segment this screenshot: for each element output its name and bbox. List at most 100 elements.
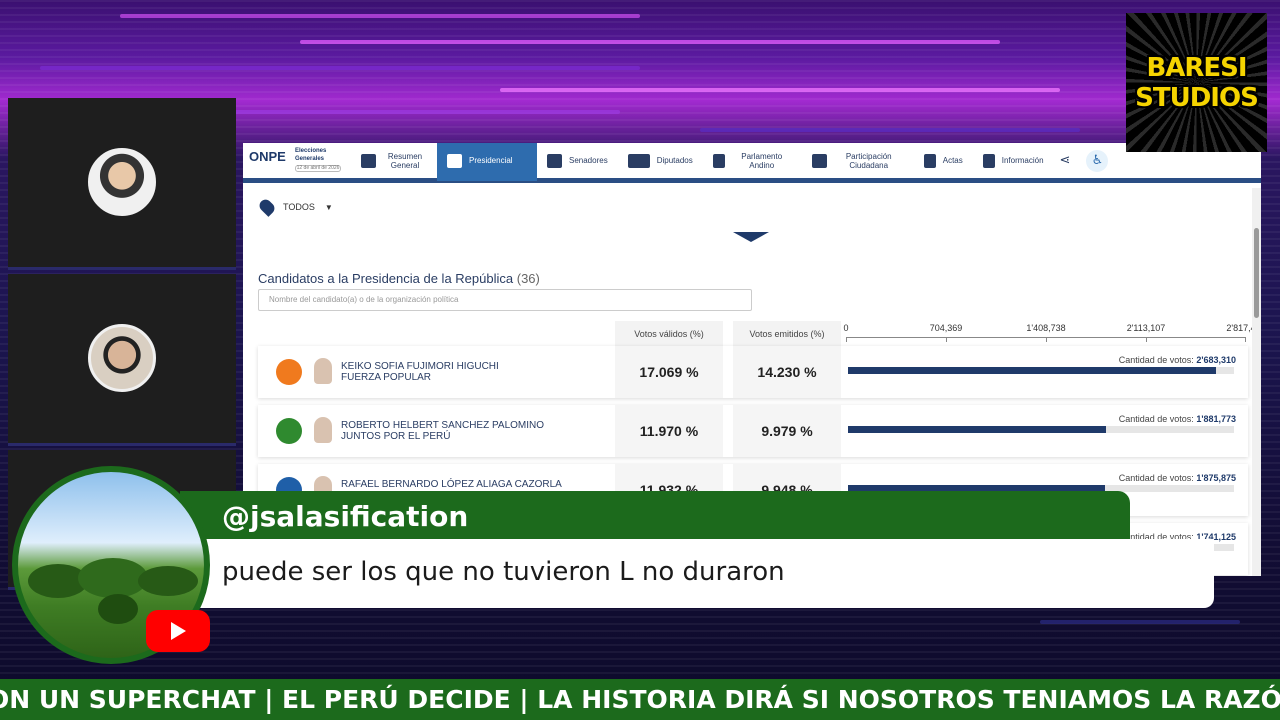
party-logo-icon	[276, 359, 302, 385]
onpe-logo[interactable]: ONPE Elecciones Generales 12 de abril de…	[243, 143, 351, 181]
map-icon	[712, 153, 725, 168]
users-icon	[811, 153, 827, 168]
nav-label: Parlamento Andino	[741, 151, 783, 170]
axis-tick-label: 2'113,107	[1126, 323, 1166, 333]
candidate-name-block: ROBERTO HELBERT SANCHEZ PALOMINO JUNTOS P…	[341, 420, 544, 442]
candidate-photo	[314, 417, 332, 443]
axis-tick-label: 704,369	[929, 323, 963, 333]
col-header-valid: Votos válidos (%)	[615, 321, 723, 347]
votes-bar-track	[848, 426, 1234, 433]
nav-diputados[interactable]: Diputados	[618, 143, 703, 181]
tree-shape	[98, 594, 138, 624]
nav-informacion[interactable]: Información	[973, 143, 1054, 181]
nav-parlamento-andino[interactable]: Parlamento Andino	[703, 143, 802, 181]
share-icon[interactable]: ⋖	[1060, 153, 1071, 168]
votes-bar-track	[848, 367, 1234, 374]
votes-value: 1'875,875	[1196, 473, 1236, 483]
candidate-name-block: KEIKO SOFIA FUJIMORI HIGUCHI FUERZA POPUL…	[341, 361, 499, 383]
tree-shape	[138, 566, 198, 596]
ticker-text: ON UN SUPERCHAT | EL PERÚ DECIDE | LA HI…	[0, 685, 1280, 714]
seal-icon	[447, 153, 462, 168]
logo-date: 12 de abril de 2026	[295, 164, 341, 172]
votes-value: 2'683,310	[1196, 355, 1236, 365]
nav-actas[interactable]: Actas	[914, 143, 973, 181]
webcam-tile-1	[8, 98, 236, 270]
nav-label: Diputados	[656, 156, 693, 165]
chat-message-box: puede ser los que no tuvieron L no durar…	[180, 539, 1214, 608]
candidate-row[interactable]: ROBERTO HELBERT SANCHEZ PALOMINO JUNTOS P…	[258, 405, 1248, 457]
chevron-down-icon: ▼	[324, 202, 333, 212]
search-placeholder: Nombre del candidato(a) o de la organiza…	[269, 295, 459, 304]
nav-label: Senadores	[569, 156, 608, 165]
col-header-emitted: Votos emitidos (%)	[733, 321, 841, 347]
people-icon	[547, 153, 562, 168]
participant-avatar	[88, 324, 156, 392]
nav-label: Participación Ciudadana	[845, 151, 892, 170]
votes-bar	[848, 426, 1106, 433]
logo-subtitle: Elecciones Generales	[295, 147, 327, 162]
location-pin-icon	[257, 197, 277, 217]
accessibility-icon[interactable]: ♿	[1086, 149, 1109, 172]
nav-label: Resumen General	[387, 151, 423, 170]
candidate-name: RAFAEL BERNARDO LÓPEZ ALIAGA CAZORLA	[341, 479, 562, 490]
party-name: FUERZA POPULAR	[341, 372, 432, 383]
onpe-navbar: ONPE Elecciones Generales 12 de abril de…	[243, 143, 1261, 183]
votes-value: 1'881,773	[1196, 414, 1236, 424]
grid-icon	[361, 153, 376, 168]
logo-line-2: STUDIOS	[1135, 83, 1259, 113]
axis-tick	[1244, 337, 1246, 342]
logo-text: ONPE	[249, 148, 286, 164]
party-name: JUNTOS POR EL PERÚ	[341, 431, 451, 442]
axis-tick	[846, 337, 847, 342]
play-icon	[171, 622, 186, 640]
page-scrollbar[interactable]	[1252, 188, 1261, 576]
youtube-icon	[146, 610, 210, 652]
channel-logo: BARESI STUDIOS	[1126, 13, 1267, 152]
votes-axis: 0 704,369 1'408,738 2'113,107 2'817,477	[843, 323, 1261, 345]
nav-label: Presidencial	[469, 156, 513, 165]
valid-votes-pct: 11.970 %	[615, 405, 723, 457]
axis-tick	[1146, 337, 1147, 342]
candidate-name: KEIKO SOFIA FUJIMORI HIGUCHI	[341, 361, 499, 372]
expand-arrow-icon[interactable]	[733, 232, 769, 242]
votes-label: Cantidad de votos:	[1118, 473, 1194, 483]
participant-avatar	[88, 148, 156, 216]
chat-header: @jsalasification	[180, 491, 1130, 539]
nav-label: Actas	[942, 156, 963, 165]
info-document-icon	[982, 153, 995, 168]
votes-label: Cantidad de votos:	[1118, 355, 1194, 365]
nav-resumen-general[interactable]: Resumen General	[351, 143, 437, 181]
candidate-search-input[interactable]: Nombre del candidato(a) o de la organiza…	[258, 289, 752, 311]
candidate-count: (36)	[516, 271, 540, 286]
axis-tick	[946, 337, 947, 342]
check-document-icon	[923, 153, 936, 168]
nav-senadores[interactable]: Senadores	[537, 143, 618, 181]
chat-message: puede ser los que no tuvieron L no durar…	[222, 557, 785, 587]
axis-tick-label: 1'408,738	[1026, 323, 1066, 333]
news-ticker: ON UN SUPERCHAT | EL PERÚ DECIDE | LA HI…	[0, 679, 1280, 720]
region-filter[interactable]: TODOS ▼	[257, 197, 333, 217]
emitted-votes-pct: 14.230 %	[733, 346, 841, 398]
party-logo-icon	[276, 418, 302, 444]
axis-tick	[1046, 337, 1047, 342]
chat-username: @jsalasification	[222, 500, 469, 533]
candidate-row[interactable]: KEIKO SOFIA FUJIMORI HIGUCHI FUERZA POPUL…	[258, 346, 1248, 398]
logo-line-1: BARESI	[1146, 53, 1247, 83]
votes-count-label: Cantidad de votos: 1'875,875	[1119, 473, 1236, 483]
candidate-photo	[314, 358, 332, 384]
votes-count-label: Cantidad de votos: 2'683,310	[1119, 355, 1236, 365]
building-icon	[627, 153, 650, 168]
axis-tick-label: 0	[843, 323, 849, 333]
nav-participacion[interactable]: Participación Ciudadana	[802, 143, 914, 181]
region-filter-label: TODOS	[283, 202, 315, 212]
nav-label: Información	[1001, 156, 1044, 165]
section-title: Candidatos a la Presidencia de la Repúbl…	[258, 271, 540, 286]
votes-label: Cantidad de votos:	[1118, 414, 1194, 424]
webcam-tile-2	[8, 274, 236, 446]
votes-bar	[848, 367, 1216, 374]
candidate-name: ROBERTO HELBERT SANCHEZ PALOMINO	[341, 420, 545, 431]
valid-votes-pct: 17.069 %	[615, 346, 723, 398]
scrollbar-thumb[interactable]	[1254, 228, 1259, 318]
candidate-name-block: RAFAEL BERNARDO LÓPEZ ALIAGA CAZORLA	[341, 479, 562, 490]
nav-presidencial[interactable]: Presidencial	[437, 143, 537, 181]
